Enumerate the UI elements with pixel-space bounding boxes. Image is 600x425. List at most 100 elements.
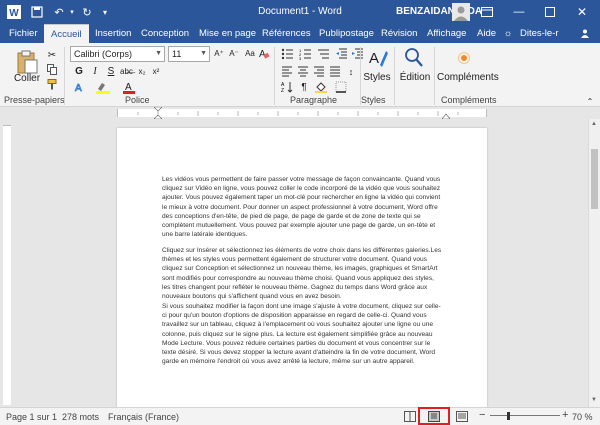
superscript-icon[interactable]: x² — [150, 65, 162, 79]
ribbon-display-options-icon[interactable] — [480, 4, 494, 20]
addins-icon[interactable] — [457, 51, 471, 65]
chevron-down-icon: ▼ — [155, 50, 162, 57]
cut-icon[interactable]: ✂ — [46, 49, 58, 63]
tell-me-search[interactable]: Dites-le-r — [520, 24, 559, 43]
editing-button[interactable]: Édition — [398, 71, 432, 85]
bold-button[interactable]: G — [72, 65, 86, 79]
redo-icon[interactable]: ↻ — [80, 4, 94, 20]
text-effects-icon[interactable]: A — [72, 81, 86, 95]
copy-icon[interactable] — [46, 64, 58, 78]
tab-aide[interactable]: Aide — [477, 24, 496, 43]
word-count[interactable]: 278 mots — [62, 412, 99, 422]
shrink-font-icon[interactable]: A⁻ — [228, 47, 240, 61]
align-left-icon[interactable] — [280, 65, 294, 79]
highlight-box — [418, 407, 450, 425]
tab-insertion[interactable]: Insertion — [95, 24, 131, 43]
svg-text:W: W — [9, 8, 19, 19]
clear-formatting-icon[interactable]: A — [258, 47, 270, 61]
addins-button[interactable]: Compléments — [437, 71, 499, 85]
zoom-slider-track[interactable] — [490, 415, 560, 416]
horizontal-ruler[interactable] — [0, 106, 600, 120]
vertical-scrollbar[interactable]: ▲ ▼ — [588, 119, 600, 407]
undo-icon[interactable]: ↶ — [52, 4, 66, 20]
line-spacing-icon[interactable]: ↕ — [344, 65, 358, 79]
zoom-out-button[interactable]: − — [479, 409, 485, 421]
ribbon-tabs: Fichier Accueil Insertion Conception Mis… — [0, 24, 600, 43]
group-label-addins: Compléments — [441, 95, 497, 105]
underline-button[interactable]: S — [104, 65, 118, 79]
svg-text:A: A — [369, 50, 379, 67]
tab-revision[interactable]: Révision — [381, 24, 417, 43]
close-icon[interactable]: ✕ — [575, 4, 589, 20]
tab-mise-en-page[interactable]: Mise en page — [199, 24, 256, 43]
align-center-icon[interactable] — [296, 65, 310, 79]
multilevel-list-icon[interactable] — [316, 48, 330, 62]
document-paragraph[interactable]: Les vidéos vous permettent de faire pass… — [162, 175, 442, 239]
tab-references[interactable]: Références — [262, 24, 311, 43]
italic-button[interactable]: I — [88, 65, 102, 79]
scroll-up-icon[interactable]: ▲ — [591, 121, 597, 127]
change-case-icon[interactable]: Aa — [244, 47, 256, 61]
tab-conception[interactable]: Conception — [141, 24, 189, 43]
numbering-icon[interactable]: 123 — [298, 48, 312, 62]
status-bar: Page 1 sur 1 278 mots Français (France) … — [0, 407, 600, 425]
avatar[interactable] — [452, 3, 470, 21]
bullets-icon[interactable] — [280, 48, 294, 62]
save-icon[interactable] — [30, 4, 44, 20]
svg-text:Z: Z — [281, 88, 284, 93]
group-separator — [64, 47, 65, 105]
font-size-combo[interactable]: 11 ▼ — [168, 46, 210, 62]
customize-toolbar-icon[interactable]: ▾ — [100, 4, 110, 20]
share-icon[interactable] — [578, 24, 592, 43]
minimize-icon[interactable]: — — [512, 4, 526, 20]
paste-button[interactable]: Coller — [12, 72, 42, 86]
group-label-paragraph: Paragraphe — [290, 95, 338, 105]
scroll-down-icon[interactable]: ▼ — [591, 397, 597, 403]
vertical-ruler[interactable] — [3, 125, 11, 405]
zoom-slider-thumb[interactable] — [507, 412, 510, 420]
styles-icon[interactable]: A — [368, 47, 388, 69]
group-label-font: Police — [125, 95, 150, 105]
font-name-combo[interactable]: Calibri (Corps) ▼ — [70, 46, 165, 62]
tab-accueil[interactable]: Accueil — [44, 24, 89, 43]
strikethrough-icon[interactable]: ab̶c̶ — [120, 65, 133, 79]
tab-affichage[interactable]: Affichage — [427, 24, 466, 43]
title-bar: W ↶ ▾ ↻ ▾ Document1 - Word BENZAIDAN RID… — [0, 0, 600, 24]
styles-button[interactable]: Styles — [362, 71, 392, 85]
sort-icon[interactable]: AZ — [280, 81, 294, 95]
group-label-styles: Styles — [361, 95, 386, 105]
tab-fichier[interactable]: Fichier — [9, 24, 38, 43]
format-painter-icon[interactable] — [46, 79, 58, 93]
highlight-color-icon[interactable] — [95, 81, 111, 95]
zoom-in-button[interactable]: + — [562, 409, 568, 421]
word-logo-icon: W — [6, 4, 22, 20]
show-formatting-icon[interactable]: ¶ — [298, 81, 310, 95]
shading-icon[interactable] — [314, 81, 328, 95]
zoom-level[interactable]: 70 % — [572, 412, 593, 422]
page-count[interactable]: Page 1 sur 1 — [6, 412, 57, 422]
group-separator — [434, 47, 435, 105]
indent-marker-icon[interactable] — [153, 106, 163, 120]
svg-text:A: A — [75, 83, 82, 93]
group-separator — [274, 47, 275, 105]
search-icon[interactable] — [404, 47, 424, 69]
decrease-indent-icon[interactable] — [334, 48, 348, 62]
align-right-icon[interactable] — [312, 65, 326, 79]
right-indent-marker-icon[interactable] — [441, 111, 451, 120]
document-paragraph[interactable]: Si vous souhaitez modifier la façon dont… — [162, 302, 442, 366]
language-indicator[interactable]: Français (France) — [108, 412, 179, 422]
grow-font-icon[interactable]: A⁺ — [213, 47, 225, 61]
increase-indent-icon[interactable] — [350, 48, 364, 62]
svg-text:3: 3 — [299, 56, 302, 60]
read-mode-icon[interactable] — [404, 411, 416, 424]
justify-icon[interactable] — [328, 65, 342, 79]
tab-publipostage[interactable]: Publipostage — [319, 24, 374, 43]
subscript-icon[interactable]: x₂ — [136, 65, 148, 79]
font-color-icon[interactable]: A — [122, 81, 136, 95]
scroll-thumb[interactable] — [591, 149, 598, 209]
undo-dropdown-icon[interactable]: ▾ — [68, 4, 76, 20]
borders-icon[interactable] — [334, 81, 348, 95]
document-paragraph[interactable]: Cliquez sur Insérer et sélectionnez les … — [162, 246, 442, 301]
web-layout-icon[interactable] — [456, 411, 468, 424]
maximize-icon[interactable] — [543, 4, 557, 20]
